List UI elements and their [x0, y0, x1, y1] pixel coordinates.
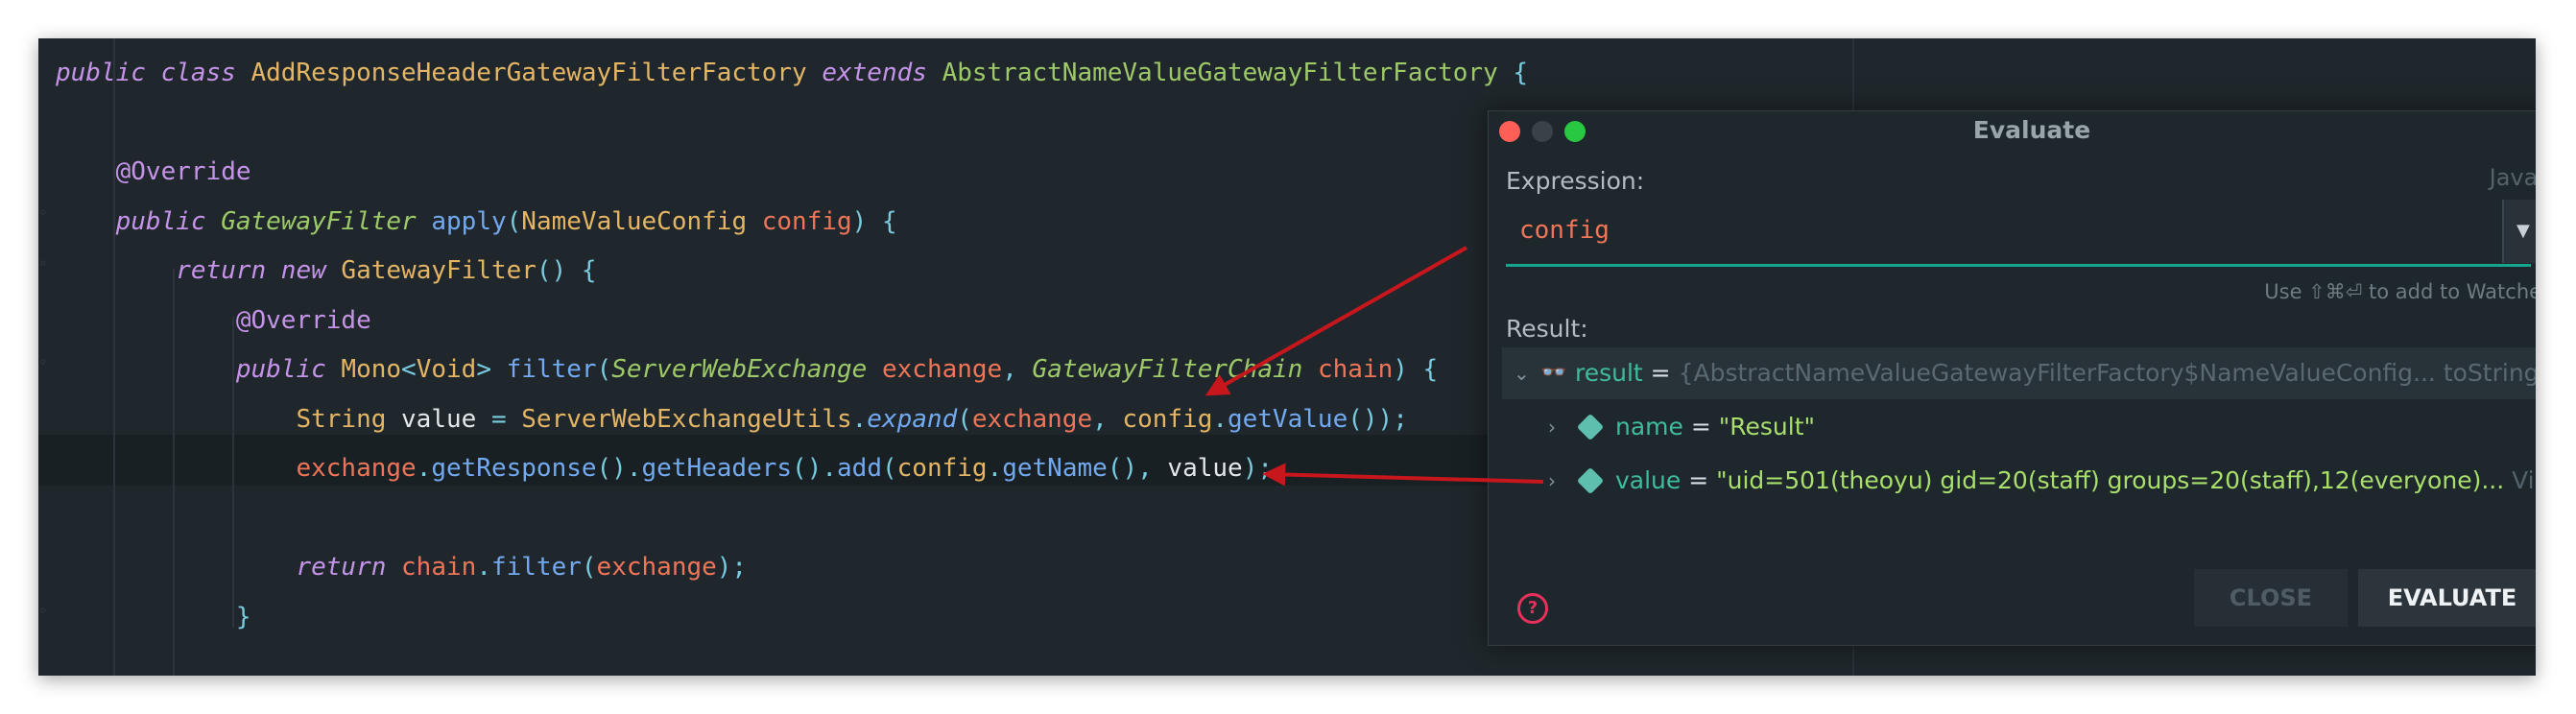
ide-window: ◦ ◦ ◦ ◦ public class AddResponseHeaderGa…	[38, 38, 2536, 676]
annotation-arrow	[1262, 463, 1544, 487]
annotation-arrows	[1205, 246, 1544, 487]
annotation-arrow	[1205, 246, 1467, 396]
